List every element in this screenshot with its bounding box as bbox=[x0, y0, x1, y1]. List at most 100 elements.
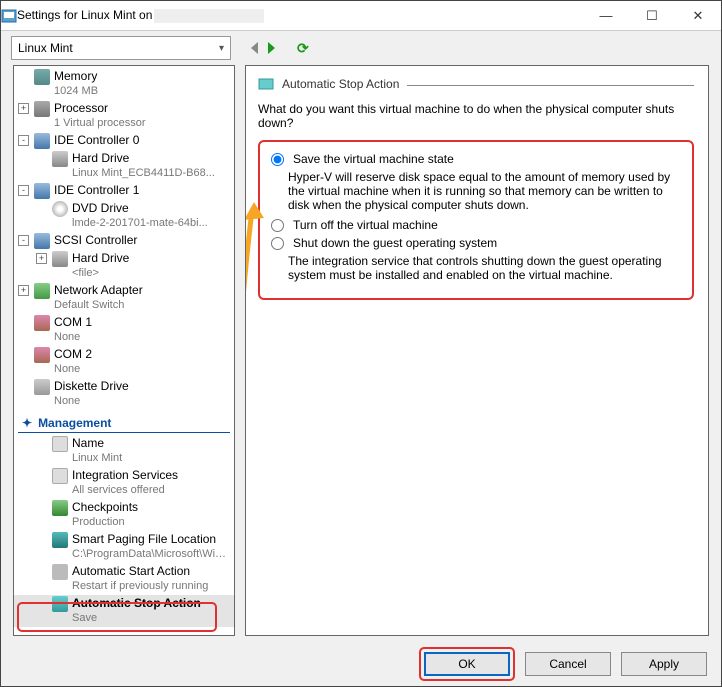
hw-item-dsk[interactable]: Diskette DriveNone bbox=[14, 378, 234, 410]
asa-icon bbox=[52, 564, 68, 580]
expander-icon bbox=[36, 438, 47, 449]
expander-icon bbox=[36, 502, 47, 513]
hw-item-com1[interactable]: COM 1None bbox=[14, 314, 234, 346]
management-icon: ✦ bbox=[22, 416, 32, 430]
stop-action-icon bbox=[258, 76, 274, 92]
settings-icon bbox=[1, 8, 17, 24]
com1-icon bbox=[34, 315, 50, 331]
detail-panel: Automatic Stop Action What do you want t… bbox=[245, 65, 709, 636]
expander-icon[interactable]: + bbox=[18, 103, 29, 114]
tree-item-sublabel: None bbox=[54, 394, 230, 409]
expander-icon[interactable]: - bbox=[18, 135, 29, 146]
hw-item-ide1[interactable]: - IDE Controller 1 bbox=[14, 182, 234, 200]
nav-back-icon[interactable] bbox=[251, 42, 258, 54]
tree-item-label: DVD Drive bbox=[72, 201, 230, 216]
hw-item-hd1[interactable]: + Hard Drive<file> bbox=[14, 250, 234, 282]
radio-group-callout: Save the virtual machine state Hyper-V w… bbox=[258, 140, 694, 300]
radio-turn-off[interactable]: Turn off the virtual machine bbox=[266, 218, 684, 232]
expander-icon bbox=[36, 534, 47, 545]
minimize-button[interactable]: — bbox=[583, 1, 629, 31]
tree-item-label: IDE Controller 0 bbox=[54, 133, 230, 148]
tree-item-label: Smart Paging File Location bbox=[72, 532, 230, 547]
hw-item-ide0[interactable]: - IDE Controller 0 bbox=[14, 132, 234, 150]
hw-item-net[interactable]: +Network AdapterDefault Switch bbox=[14, 282, 234, 314]
tree-item-sublabel: Default Switch bbox=[54, 298, 230, 313]
ok-button[interactable]: OK bbox=[424, 652, 510, 676]
radio-save-state-input[interactable] bbox=[271, 153, 284, 166]
detail-prompt: What do you want this virtual machine to… bbox=[258, 102, 694, 130]
mgmt-item-asa[interactable]: Automatic Start ActionRestart if previou… bbox=[14, 563, 234, 595]
settings-tree-panel: Memory1024 MB + Processor1 Virtual process… bbox=[13, 65, 235, 636]
hw-item-hd0[interactable]: Hard DriveLinux Mint_ECB4411D-B68... bbox=[14, 150, 234, 182]
mem-icon bbox=[34, 69, 50, 85]
chk-icon bbox=[52, 500, 68, 516]
tree-item-sublabel: Save bbox=[72, 611, 230, 626]
hw-item-com2[interactable]: COM 2None bbox=[14, 346, 234, 378]
tree-item-sublabel: Restart if previously running bbox=[72, 579, 230, 594]
hd1-icon bbox=[52, 251, 68, 267]
expander-icon[interactable]: + bbox=[18, 285, 29, 296]
tree-item-label: Hard Drive bbox=[72, 151, 230, 166]
mgmt-item-name[interactable]: NameLinux Mint bbox=[14, 435, 234, 467]
com2-icon bbox=[34, 347, 50, 363]
expander-icon[interactable]: + bbox=[36, 253, 47, 264]
expander-icon bbox=[36, 153, 47, 164]
tree-item-label: Name bbox=[72, 436, 230, 451]
radio-save-state-desc: Hyper-V will reserve disk space equal to… bbox=[288, 170, 684, 212]
ok-button-callout: OK bbox=[419, 647, 515, 681]
dvd-icon bbox=[52, 201, 68, 217]
mgmt-item-spf[interactable]: Smart Paging File LocationC:\ProgramData… bbox=[14, 531, 234, 563]
refresh-icon[interactable]: ⟳ bbox=[297, 40, 309, 57]
window-title: Settings for Linux Mint on bbox=[17, 8, 583, 23]
tree-item-label: Integration Services bbox=[72, 468, 230, 483]
tree-item-label: IDE Controller 1 bbox=[54, 183, 230, 198]
mgmt-item-int[interactable]: Integration ServicesAll services offered bbox=[14, 467, 234, 499]
vm-selector[interactable]: Linux Mint ▾ bbox=[11, 36, 231, 60]
apply-button[interactable]: Apply bbox=[621, 652, 707, 676]
cancel-button[interactable]: Cancel bbox=[525, 652, 611, 676]
hd0-icon bbox=[52, 151, 68, 167]
radio-save-state[interactable]: Save the virtual machine state bbox=[266, 152, 684, 166]
radio-shut-down-input[interactable] bbox=[271, 237, 284, 250]
maximize-button[interactable]: ☐ bbox=[629, 1, 675, 31]
expander-icon bbox=[18, 349, 29, 360]
hw-item-scsi[interactable]: -SCSI Controller bbox=[14, 232, 234, 250]
cpu-icon bbox=[34, 101, 50, 117]
chevron-down-icon: ▾ bbox=[219, 43, 224, 54]
tree-item-label: Hard Drive bbox=[72, 251, 230, 266]
tree-item-sublabel: Linux Mint_ECB4411D-B68... bbox=[72, 166, 230, 181]
tree-item-sublabel: None bbox=[54, 330, 230, 345]
mgmt-item-chk[interactable]: CheckpointsProduction bbox=[14, 499, 234, 531]
toolbar: Linux Mint ▾ ⟳ bbox=[1, 31, 721, 65]
expander-icon[interactable]: - bbox=[18, 235, 29, 246]
hw-item-cpu[interactable]: + Processor1 Virtual processor bbox=[14, 100, 234, 132]
expander-icon bbox=[18, 317, 29, 328]
nav-forward-icon[interactable] bbox=[268, 42, 275, 54]
tree-item-sublabel: <file> bbox=[72, 266, 230, 281]
radio-shut-down[interactable]: Shut down the guest operating system bbox=[266, 236, 684, 250]
radio-turn-off-input[interactable] bbox=[271, 219, 284, 232]
stop-icon bbox=[52, 596, 68, 612]
mgmt-item-stop[interactable]: Automatic Stop ActionSave bbox=[14, 595, 234, 627]
expander-icon bbox=[36, 470, 47, 481]
tree-item-sublabel: 1 Virtual processor bbox=[54, 116, 230, 131]
tree-item-label: Checkpoints bbox=[72, 500, 230, 515]
tree-item-sublabel: C:\ProgramData\Microsoft\Win... bbox=[72, 547, 230, 562]
tree-item-label: Processor bbox=[54, 101, 230, 116]
tree-item-sublabel: Production bbox=[72, 515, 230, 530]
tree-item-label: Memory bbox=[54, 69, 230, 84]
close-button[interactable]: ✕ bbox=[675, 1, 721, 31]
expander-icon[interactable]: - bbox=[18, 185, 29, 196]
tree-item-label: COM 1 bbox=[54, 315, 230, 330]
dialog-footer: OK Cancel Apply bbox=[1, 642, 721, 686]
tree-item-label: COM 2 bbox=[54, 347, 230, 362]
net-icon bbox=[34, 283, 50, 299]
tree-item-sublabel: 1024 MB bbox=[54, 84, 230, 99]
hw-item-dvd[interactable]: DVD Drivelmde-2-201701-mate-64bi... bbox=[14, 200, 234, 232]
expander-icon bbox=[18, 381, 29, 392]
hw-item-mem[interactable]: Memory1024 MB bbox=[14, 68, 234, 100]
management-label: Management bbox=[38, 416, 111, 430]
settings-tree[interactable]: Memory1024 MB + Processor1 Virtual process… bbox=[14, 66, 234, 635]
ide0-icon bbox=[34, 133, 50, 149]
spf-icon bbox=[52, 532, 68, 548]
